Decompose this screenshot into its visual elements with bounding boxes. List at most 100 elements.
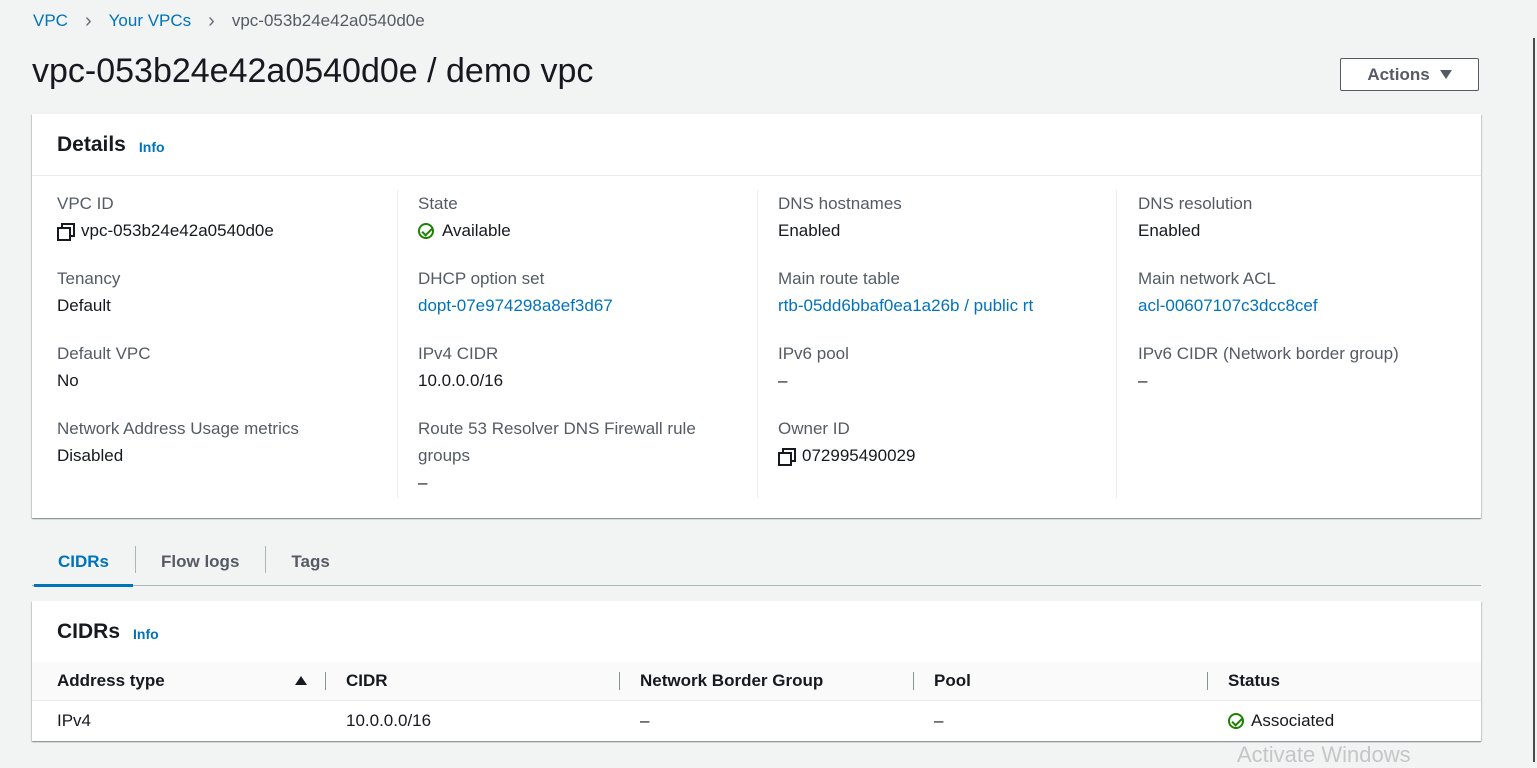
details-header: Details Info (32, 114, 1481, 176)
state-value: Available (442, 221, 511, 240)
column-divider[interactable] (913, 672, 914, 690)
chevron-right-icon: › (208, 10, 215, 32)
owner-id-value: 072995490029 (802, 446, 916, 465)
page-scrollbar[interactable] (1533, 38, 1535, 762)
cidrs-title: CIDRs (57, 619, 121, 643)
column-header-status[interactable]: Status (1228, 662, 1280, 700)
breadcrumb-current: vpc-053b24e42a0540d0e (231, 11, 425, 30)
breadcrumb-link-your-vpcs[interactable]: Your VPCs (109, 11, 192, 31)
field-vpc-id: VPC ID vpc-053b24e42a0540d0e (57, 190, 382, 244)
field-label: State (418, 194, 458, 213)
field-value: Available (418, 217, 748, 244)
field-label: IPv6 CIDR (Network border group) (1138, 344, 1399, 363)
field-main-route-table: Main route table rtb-05dd6bbaf0ea1a26b /… (778, 265, 1108, 319)
field-dns-resolution: DNS resolution Enabled (1138, 190, 1467, 244)
field-value: – (418, 473, 428, 492)
check-circle-icon (418, 222, 434, 239)
field-tenancy: Tenancy Default (57, 265, 382, 319)
field-label: DHCP option set (418, 269, 545, 288)
caret-down-icon (1439, 70, 1452, 79)
field-label: Owner ID (778, 419, 850, 438)
field-state: State Available (418, 190, 748, 244)
field-value: 10.0.0.0/16 (418, 371, 504, 390)
main-route-table-link[interactable]: rtb-05dd6bbaf0ea1a26b / public rt (778, 292, 1108, 319)
tab-cidrs[interactable]: CIDRs (32, 539, 135, 587)
field-label: Default VPC (57, 344, 151, 363)
sort-ascending-icon[interactable] (295, 676, 307, 685)
main-network-acl-link[interactable]: acl-00607107c3dcc8cef (1138, 292, 1467, 319)
chevron-right-icon: › (84, 10, 92, 32)
details-grid: VPC ID vpc-053b24e42a0540d0e Tenancy Def… (32, 176, 1481, 518)
cidrs-panel: CIDRs Info Address type CIDR Network Bor… (32, 601, 1481, 741)
field-value: 072995490029 (778, 442, 1108, 469)
field-value: Enabled (778, 221, 841, 240)
details-column-1: VPC ID vpc-053b24e42a0540d0e Tenancy Def… (32, 190, 392, 498)
column-header-network-border-group[interactable]: Network Border Group (640, 662, 823, 700)
activate-windows-watermark: Activate Windows (1237, 742, 1411, 767)
field-label: DNS hostnames (778, 194, 902, 213)
cell-network-border-group: – (640, 711, 650, 730)
field-value: Default (57, 296, 111, 315)
cidrs-info-link[interactable]: Info (133, 626, 159, 642)
column-divider[interactable] (619, 672, 620, 690)
field-ipv6-cidr: IPv6 CIDR (Network border group) – (1138, 340, 1467, 394)
field-value: vpc-053b24e42a0540d0e (57, 217, 382, 244)
cell-pool: – (934, 711, 944, 730)
cell-address-type: IPv4 (57, 711, 92, 730)
check-circle-icon (1228, 713, 1244, 729)
cidrs-header: CIDRs Info (32, 601, 1481, 663)
tab-flow-logs[interactable]: Flow logs (135, 539, 265, 585)
column-divider[interactable] (1207, 672, 1208, 690)
field-value: – (778, 371, 788, 390)
field-owner-id: Owner ID 072995490029 (778, 415, 1108, 469)
copy-icon[interactable] (57, 222, 75, 241)
field-value: – (1138, 371, 1148, 390)
details-column-2: State Available DHCP option set dopt-07e… (397, 190, 758, 498)
field-value: Disabled (57, 446, 124, 465)
field-default-vpc: Default VPC No (57, 340, 382, 394)
details-column-4: DNS resolution Enabled Main network ACL … (1116, 190, 1477, 498)
field-label: Main route table (778, 269, 900, 288)
breadcrumb: VPC › Your VPCs › vpc-053b24e42a0540d0e (33, 11, 425, 31)
tab-bar: CIDRs Flow logs Tags (32, 539, 1481, 587)
field-main-network-acl: Main network ACL acl-00607107c3dcc8cef (1138, 265, 1467, 319)
copy-icon[interactable] (778, 447, 796, 466)
column-header-address-type[interactable]: Address type (57, 662, 165, 700)
field-dns-hostnames: DNS hostnames Enabled (778, 190, 1108, 244)
column-header-cidr[interactable]: CIDR (346, 662, 388, 700)
cidrs-table: Address type CIDR Network Border Group P… (32, 662, 1481, 741)
details-info-link[interactable]: Info (139, 139, 165, 155)
field-ipv6-pool: IPv6 pool – (778, 340, 1108, 394)
field-value: No (57, 371, 79, 390)
field-label: Route 53 Resolver DNS Firewall rule grou… (418, 419, 696, 465)
actions-button[interactable]: Actions (1340, 58, 1479, 91)
field-label: DNS resolution (1138, 194, 1253, 213)
dhcp-option-set-link[interactable]: dopt-07e974298a8ef3d67 (418, 292, 748, 319)
column-divider[interactable] (325, 672, 326, 690)
column-header-pool[interactable]: Pool (934, 662, 971, 700)
status-value: Associated (1251, 711, 1335, 730)
table-row: IPv4 10.0.0.0/16 – – Associated (32, 701, 1481, 741)
field-label: Tenancy (57, 269, 121, 288)
field-label: Main network ACL (1138, 269, 1276, 288)
details-column-3: DNS hostnames Enabled Main route table r… (757, 190, 1118, 498)
tab-tags[interactable]: Tags (265, 539, 355, 585)
field-route53-firewall: Route 53 Resolver DNS Firewall rule grou… (418, 415, 718, 496)
field-ipv4-cidr: IPv4 CIDR 10.0.0.0/16 (418, 340, 748, 394)
breadcrumb-link-vpc[interactable]: VPC (33, 11, 68, 31)
field-label: VPC ID (57, 194, 114, 213)
vpc-id-value: vpc-053b24e42a0540d0e (81, 221, 274, 240)
cell-status: Associated (1228, 701, 1334, 741)
cell-cidr: 10.0.0.0/16 (346, 711, 432, 730)
field-label: IPv4 CIDR (418, 344, 499, 363)
page-title: vpc-053b24e42a0540d0e / demo vpc (32, 52, 594, 90)
field-label: Network Address Usage metrics (57, 419, 299, 438)
field-dhcp-option-set: DHCP option set dopt-07e974298a8ef3d67 (418, 265, 748, 319)
details-title: Details (57, 132, 126, 156)
table-header-row: Address type CIDR Network Border Group P… (32, 662, 1481, 701)
field-label: IPv6 pool (778, 344, 849, 363)
field-nau-metrics: Network Address Usage metrics Disabled (57, 415, 382, 469)
field-value: Enabled (1138, 221, 1201, 240)
details-panel: Details Info VPC ID vpc-053b24e42a0540d0… (32, 114, 1481, 518)
actions-button-label: Actions (1367, 64, 1430, 84)
